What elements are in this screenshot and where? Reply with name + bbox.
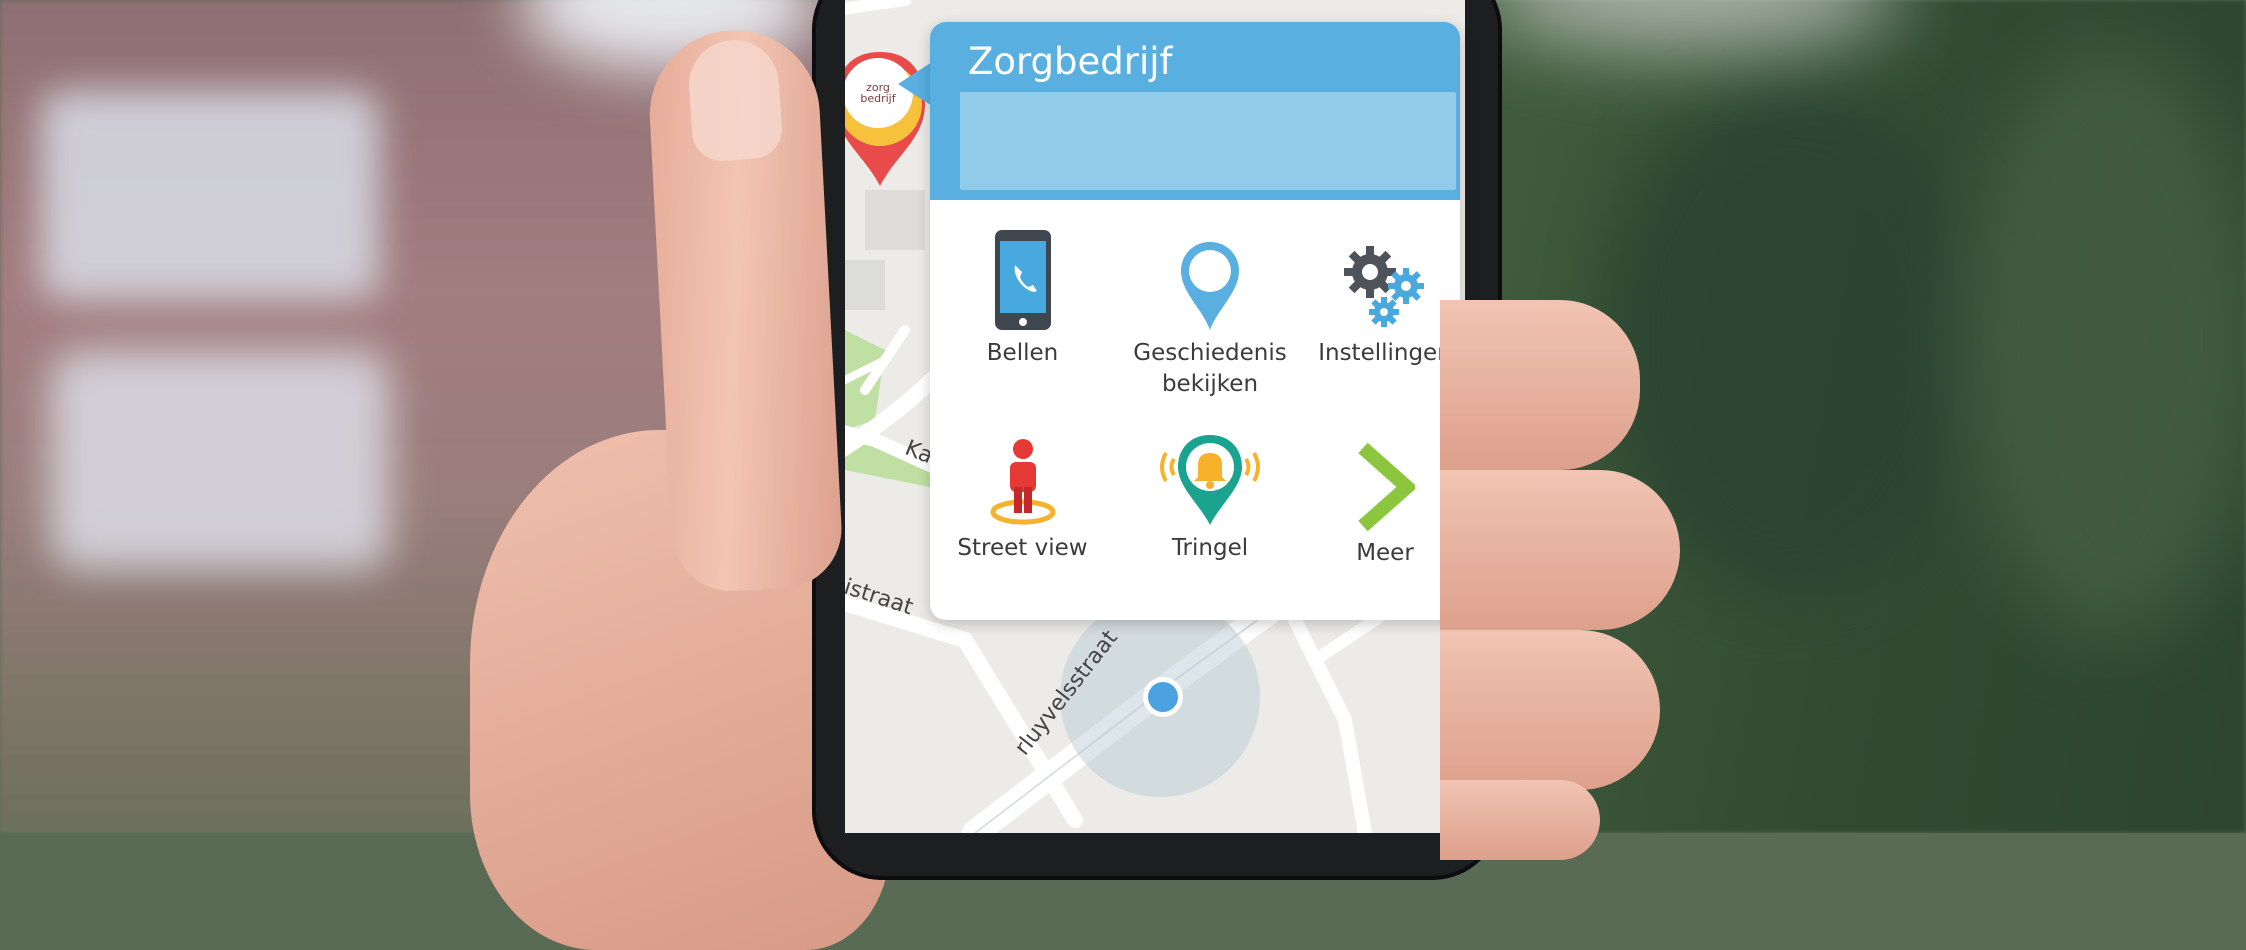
- meer-button[interactable]: Meer: [1300, 422, 1460, 569]
- window-blur-top: [40, 90, 380, 300]
- tree-blur: [1600, 80, 1980, 600]
- action-label: Geschiedenis bekijken: [1133, 340, 1287, 397]
- popup-title: Zorgbedrijf: [968, 40, 1173, 83]
- street-view-person-icon: [990, 439, 1055, 525]
- action-label: Instellingen: [1318, 340, 1452, 366]
- popup-info-field[interactable]: [960, 92, 1456, 190]
- chevron-right-icon: [1358, 442, 1415, 532]
- map-pin-icon: [1181, 242, 1239, 330]
- window-blur-bottom: [50, 350, 390, 570]
- bell-pin-icon: [1160, 435, 1260, 525]
- street-view-button[interactable]: Street view: [930, 417, 1115, 564]
- phone-icon: [994, 230, 1051, 330]
- instellingen-button[interactable]: Instellingen: [1300, 222, 1460, 369]
- action-label: Street view: [957, 535, 1088, 561]
- popup-header: Zorgbedrijf: [930, 22, 1460, 200]
- action-label: Bellen: [986, 340, 1059, 366]
- action-label: Tringel: [1171, 535, 1249, 561]
- tree-blur: [1960, 40, 2246, 640]
- gears-icon: [1344, 246, 1424, 327]
- action-label: Meer: [1356, 540, 1414, 566]
- tringel-button[interactable]: Tringel: [1110, 417, 1310, 564]
- current-location-dot[interactable]: [1143, 677, 1183, 717]
- location-popup: Zorgbedrijf Bellen Geschiedenis bekijken: [930, 22, 1460, 620]
- geschiedenis-bekijken-button[interactable]: Geschiedenis bekijken: [1110, 222, 1310, 400]
- bellen-button[interactable]: Bellen: [930, 222, 1115, 369]
- popup-pointer: [898, 62, 932, 106]
